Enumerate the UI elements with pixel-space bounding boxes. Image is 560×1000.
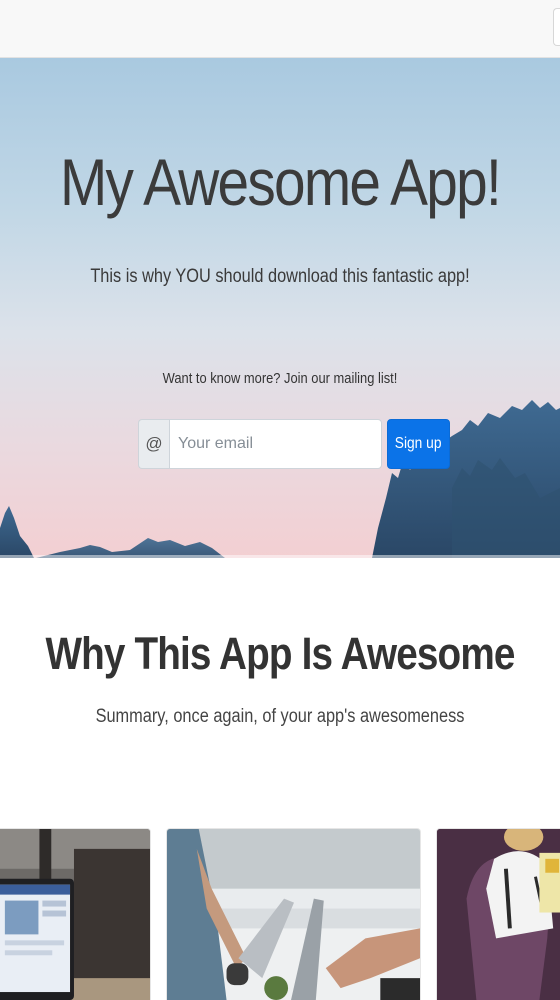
features-subtitle: Summary, once again, of your app's aweso… — [95, 706, 465, 727]
sign-up-button[interactable]: Sign up — [387, 419, 450, 469]
features-title: Why This App Is Awesome — [45, 628, 515, 679]
people-laptops-photo — [167, 829, 420, 1000]
person-chair-photo — [437, 829, 560, 1000]
sign-up-button-label: Sign up — [395, 435, 442, 452]
mailing-list-prompt: Want to know more? Join our mailing list… — [162, 370, 398, 387]
navbar-toggler-button[interactable] — [553, 8, 560, 46]
email-input[interactable] — [169, 419, 382, 469]
feature-card-people-laptops[interactable] — [166, 828, 421, 1000]
hero-section: My Awesome App! This is why YOU should d… — [0, 58, 560, 558]
mountains-background-image — [0, 400, 560, 558]
hero-title: My Awesome App! — [59, 145, 502, 219]
top-navbar — [0, 0, 560, 58]
feature-card-person-chair[interactable] — [436, 828, 560, 1000]
laptop-desk-photo — [0, 829, 150, 1000]
feature-card-laptop[interactable] — [0, 828, 151, 1000]
mailing-list-form: @ Sign up — [138, 419, 450, 469]
hero-subtitle: This is why YOU should download this fan… — [90, 266, 470, 287]
at-sign-icon: @ — [138, 419, 169, 469]
